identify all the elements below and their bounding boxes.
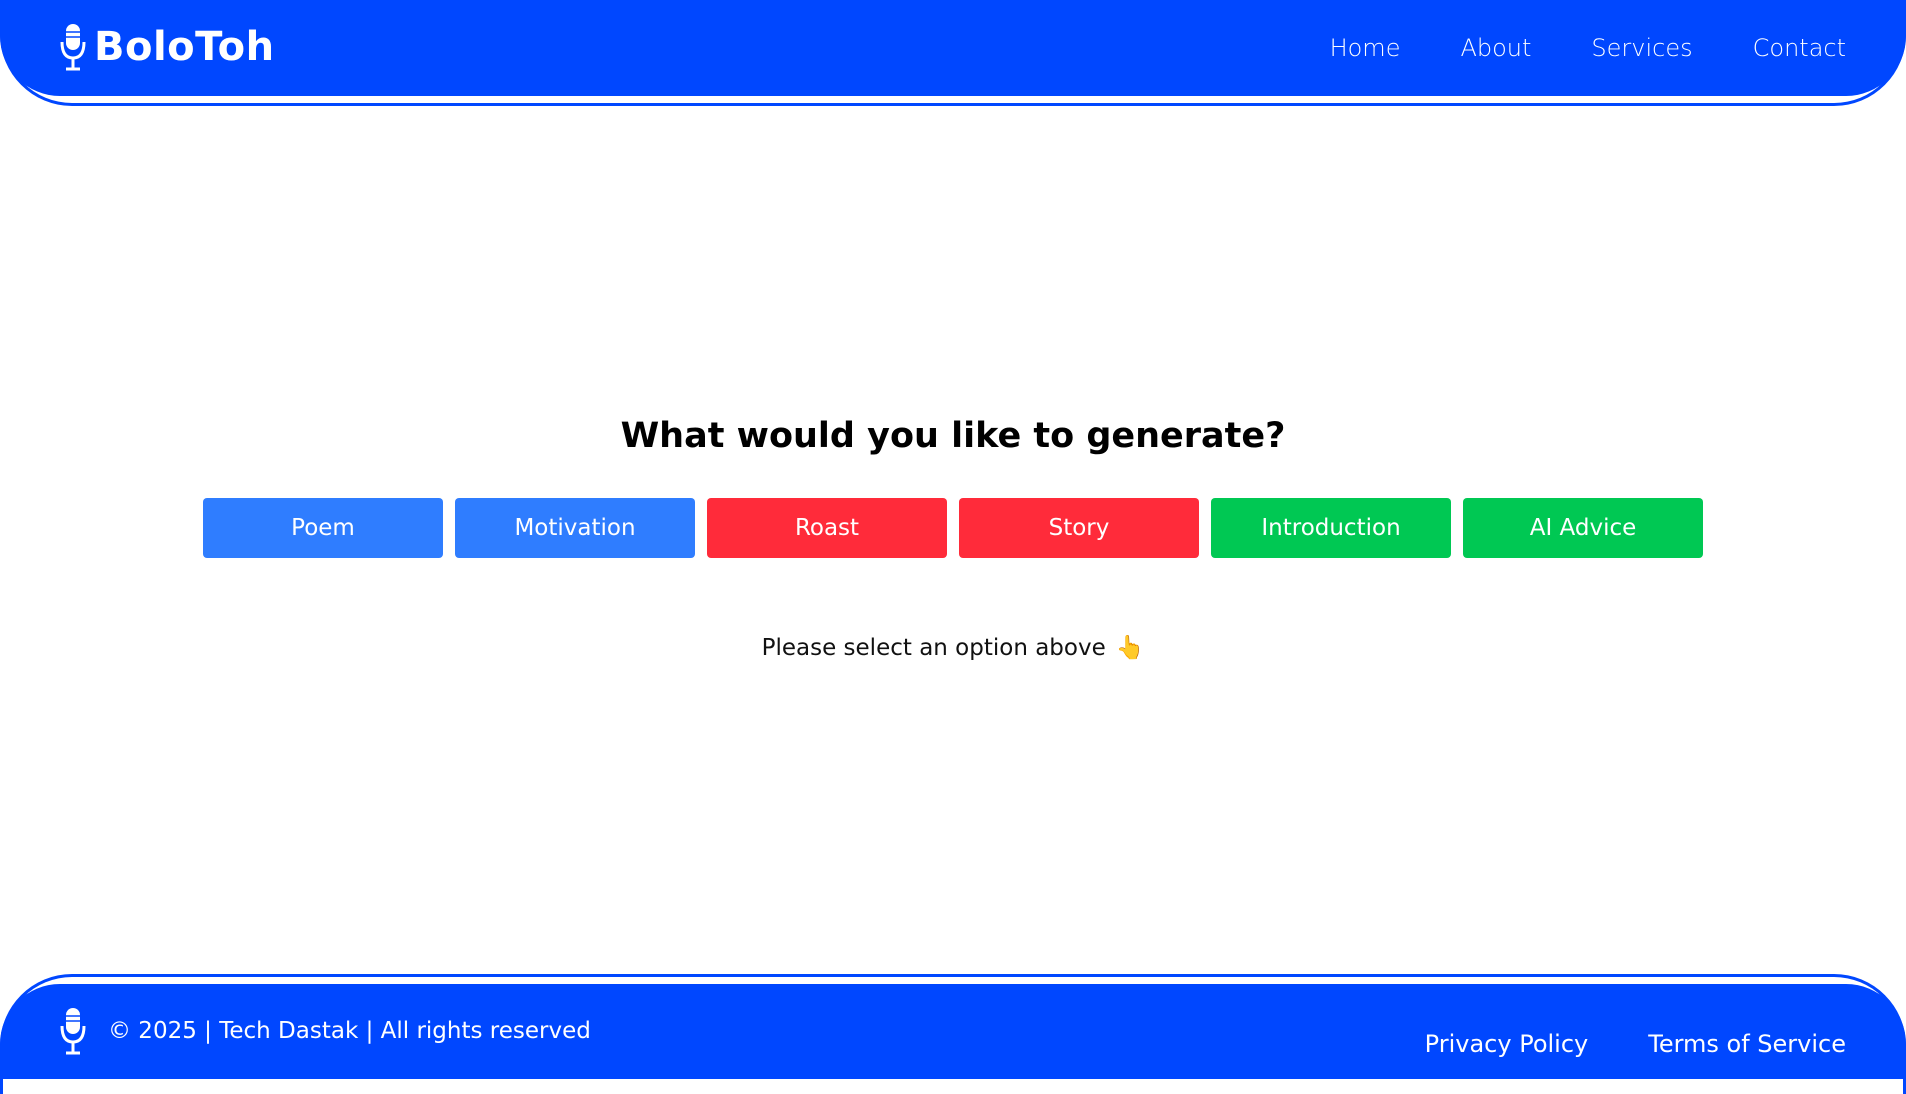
roast-button[interactable]: Roast	[707, 498, 947, 558]
hint-text: Please select an option above	[761, 635, 1106, 661]
pointing-up-icon: 👆	[1115, 635, 1145, 661]
footer: © 2025 | Tech Dastak | All rights reserv…	[0, 974, 1906, 1094]
footer-copyright-block: © 2025 | Tech Dastak | All rights reserv…	[58, 1006, 591, 1056]
nav-about-link[interactable]: About	[1460, 34, 1531, 62]
select-hint: Please select an option above 👆	[0, 634, 1906, 661]
main-nav: Home About Services Contact	[1330, 34, 1846, 62]
brand-name: BoloToh	[94, 24, 275, 70]
footer-links: Privacy Policy Terms of Service	[1425, 1030, 1846, 1058]
story-button[interactable]: Story	[959, 498, 1199, 558]
nav-home-link[interactable]: Home	[1330, 34, 1401, 62]
option-buttons: Poem Motivation Roast Story Introduction…	[203, 498, 1703, 558]
copyright-text: © 2025 | Tech Dastak | All rights reserv…	[108, 1018, 591, 1044]
main-content: What would you like to generate? Poem Mo…	[0, 96, 1906, 974]
ai-advice-button[interactable]: AI Advice	[1463, 498, 1703, 558]
header: BoloToh Home About Services Contact	[0, 0, 1906, 106]
poem-button[interactable]: Poem	[203, 498, 443, 558]
motivation-button[interactable]: Motivation	[455, 498, 695, 558]
nav-contact-link[interactable]: Contact	[1753, 34, 1846, 62]
introduction-button[interactable]: Introduction	[1211, 498, 1451, 558]
header-bar: BoloToh Home About Services Contact	[0, 0, 1906, 96]
microphone-icon	[60, 24, 86, 71]
footer-bar: © 2025 | Tech Dastak | All rights reserv…	[0, 984, 1906, 1079]
privacy-policy-link[interactable]: Privacy Policy	[1425, 1030, 1589, 1058]
nav-services-link[interactable]: Services	[1591, 34, 1692, 62]
brand-logo[interactable]: BoloToh	[58, 22, 275, 72]
microphone-icon	[60, 1008, 86, 1055]
terms-of-service-link[interactable]: Terms of Service	[1648, 1030, 1846, 1058]
page-heading: What would you like to generate?	[620, 416, 1286, 456]
